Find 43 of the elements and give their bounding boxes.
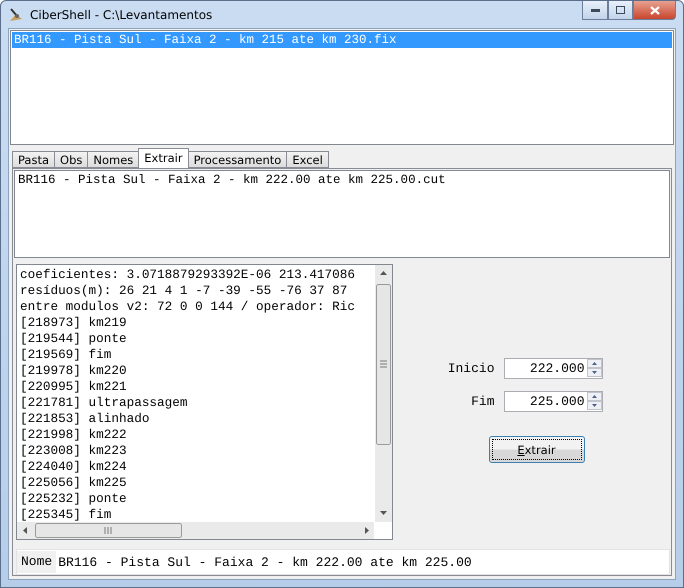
log-line: [221998] km222 bbox=[20, 427, 128, 443]
window-title: CiberShell - C:\Levantamentos bbox=[30, 8, 212, 22]
tab[interactable]: Nomes bbox=[87, 151, 140, 168]
log-line: [220995] km221 bbox=[20, 379, 128, 395]
spin-up-icon[interactable] bbox=[586, 392, 602, 401]
spin-down-icon[interactable] bbox=[586, 401, 602, 410]
log-line: [221853] alinhado bbox=[20, 411, 150, 427]
tab[interactable]: Excel bbox=[286, 151, 329, 168]
maximize-icon bbox=[616, 6, 625, 14]
log-line: [223008] km223 bbox=[20, 443, 128, 459]
log-line: [219544] ponte bbox=[20, 331, 128, 347]
log-line: [221781] ultrapassagem bbox=[20, 395, 189, 411]
tab[interactable]: Processamento bbox=[188, 151, 288, 168]
tab[interactable]: Pasta bbox=[12, 151, 56, 168]
minimize-button[interactable] bbox=[582, 1, 608, 20]
close-button[interactable] bbox=[633, 1, 676, 20]
log-line: [225056] km225 bbox=[20, 475, 128, 491]
minimize-icon bbox=[590, 8, 600, 12]
cut-item[interactable]: BR116 - Pista Sul - Faixa 2 - km 222.00 ate km 225.00.cut bbox=[16, 172, 668, 188]
name-field[interactable]: Nome BR116 - Pista Sul - Faixa 2 - km 222.00 ate km 225.00 bbox=[16, 549, 670, 575]
app-icon bbox=[8, 6, 24, 22]
log-line: entre modulos v2: 72 0 0 144 / operador: Ric bbox=[20, 299, 356, 315]
extract-button[interactable]: Extrair bbox=[488, 436, 584, 463]
log-line: [225345] fim bbox=[20, 507, 112, 523]
log-line: [219978] km220 bbox=[20, 363, 128, 379]
number-spinner[interactable]: 222.000 bbox=[504, 358, 602, 379]
spin-down-icon[interactable] bbox=[586, 368, 602, 377]
log-line: resíduos(m): 26 21 4 1 -7 -39 -55 -76 37 87 bbox=[20, 283, 348, 299]
log-line: [218973] km219 bbox=[20, 315, 128, 331]
maximize-button[interactable] bbox=[608, 1, 633, 20]
spinner-label: Fim bbox=[470, 394, 494, 409]
vertical-scrollbar[interactable] bbox=[375, 265, 392, 522]
number-spinner[interactable]: 225.000 bbox=[504, 391, 602, 412]
log-line: [224040] km224 bbox=[20, 459, 128, 475]
spin-up-icon[interactable] bbox=[586, 359, 602, 368]
tab[interactable]: Obs bbox=[54, 151, 88, 168]
spinner-label: Inicio bbox=[446, 361, 494, 376]
log-line: coeficientes: 3.0718879293392E-06 213.417086 bbox=[20, 267, 356, 283]
horizontal-scrollbar[interactable] bbox=[17, 522, 374, 539]
tab[interactable]: Extrair bbox=[138, 148, 189, 168]
log-line: [225232] ponte bbox=[20, 491, 128, 507]
close-icon bbox=[650, 6, 660, 14]
log-line: [219569] fim bbox=[20, 347, 112, 363]
